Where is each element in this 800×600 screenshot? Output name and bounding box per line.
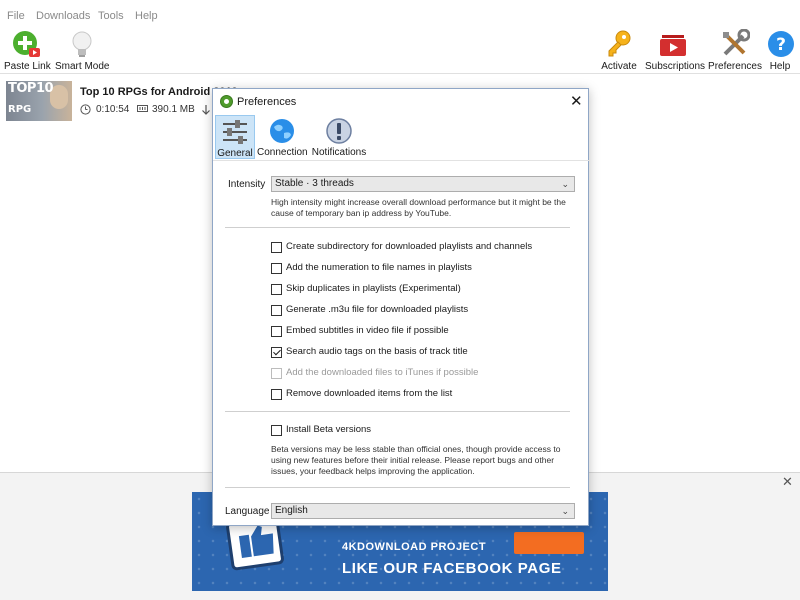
option-label: Search audio tags on the basis of track … [286,346,468,357]
help-label: Help [769,61,791,72]
checkbox[interactable] [271,263,282,274]
tab-general[interactable]: General [215,115,255,159]
banner-button[interactable] [514,532,584,554]
chevron-down-icon: ⌄ [561,179,569,189]
preferences-label: Preferences [708,61,762,72]
toolbar: Paste Link Smart Mode Activate Subscript… [0,25,800,74]
preferences-button[interactable]: Preferences [708,28,762,72]
option-label: Generate .m3u file for downloaded playli… [286,304,469,315]
preferences-tabs: General Connection Notifications [213,115,590,161]
smart-mode-label: Smart Mode [55,61,110,72]
checkbox-checked[interactable] [271,347,282,358]
menu-bar: File Downloads Tools Help [0,0,800,25]
paste-link-label: Paste Link [4,61,51,72]
beta-hint: Beta versions may be less stable than of… [271,444,561,476]
language-value: English [275,505,308,516]
subscriptions-icon [658,29,688,59]
exclamation-icon [325,117,353,145]
option-label: Create subdirectory for downloaded playl… [286,241,533,252]
language-dropdown[interactable]: English ⌄ [271,503,575,519]
banner-line1: 4KDOWNLOAD PROJECT [342,541,487,553]
divider [225,411,570,412]
checkbox[interactable] [271,305,282,316]
thumbnail-text-top: TOP10 [8,81,54,96]
option-label: Embed subtitles in video file if possibl… [286,325,449,336]
download-duration: 0:10:54 [96,104,130,115]
tab-connection[interactable]: Connection [257,115,308,159]
option-label: Add the downloaded files to iTunes if po… [286,367,479,378]
help-button[interactable]: ? Help [766,29,794,72]
close-icon[interactable]: ✕ [570,92,583,110]
tab-connection-label: Connection [257,147,308,158]
language-label: Language [225,506,270,517]
tab-notifications-label: Notifications [311,147,367,158]
checkbox[interactable] [271,389,282,400]
video-thumbnail: TOP10 RPG [6,81,72,121]
preferences-dialog: Preferences ✕ General Connection Notific… [212,88,590,526]
download-size: 390.1 MB [152,104,195,115]
divider [225,227,570,228]
intensity-dropdown[interactable]: Stable · 3 threads ⌄ [271,176,575,192]
intensity-hint: High intensity might increase overall do… [271,197,566,218]
download-arrow-icon [201,104,211,119]
menu-tools[interactable]: Tools [98,10,124,22]
checkbox-disabled [271,368,282,379]
sliders-icon [221,118,249,146]
chevron-down-icon: ⌄ [561,506,569,516]
clock-icon [80,104,91,117]
key-icon [604,29,634,59]
thumbnail-text-bottom: RPG [8,104,32,115]
smart-mode-button[interactable]: Smart Mode [55,29,109,72]
activate-label: Activate [601,61,637,72]
globe-icon [268,117,296,145]
checkbox[interactable] [271,284,282,295]
checkbox[interactable] [271,242,282,253]
tools-icon [720,28,751,59]
tab-notifications[interactable]: Notifications [311,115,367,159]
menu-downloads[interactable]: Downloads [36,10,90,22]
intensity-label: Intensity [228,179,266,190]
option-label: Add the numeration to file names in play… [286,262,472,273]
help-icon: ? [766,29,796,59]
divider [225,487,570,488]
subscriptions-label: Subscriptions [645,61,706,72]
paste-link-button[interactable]: Paste Link [4,29,51,72]
app-icon [220,95,233,108]
svg-text:?: ? [776,35,786,55]
intensity-value: Stable · 3 threads [275,178,354,189]
dialog-title: Preferences [237,96,297,108]
tab-general-label: General [217,148,253,159]
checkbox[interactable] [271,326,282,337]
subscriptions-button[interactable]: Subscriptions [645,29,706,72]
activate-button[interactable]: Activate [600,29,638,72]
menu-help[interactable]: Help [135,10,158,22]
option-label: Skip duplicates in playlists (Experiment… [286,283,461,294]
option-label: Install Beta versions [286,424,372,435]
menu-file[interactable]: File [7,10,25,22]
filesize-icon [137,104,148,116]
checkbox[interactable] [271,425,282,436]
banner-line2: LIKE OUR FACEBOOK PAGE [342,560,562,577]
option-label: Remove downloaded items from the list [286,388,453,399]
paste-link-icon [11,29,41,59]
close-banner-icon[interactable]: ✕ [782,474,793,490]
lightbulb-icon [67,29,97,59]
